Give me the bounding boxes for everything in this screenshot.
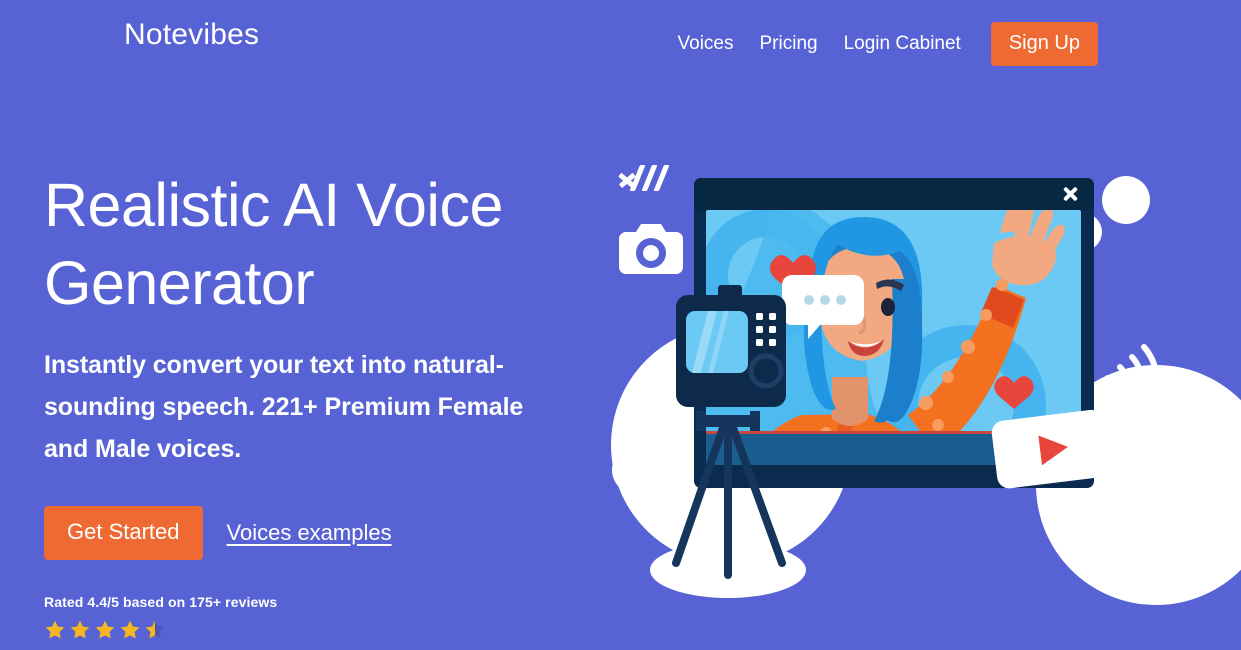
video-title-bar xyxy=(694,178,1094,211)
landing-page: Notevibes Voices Pricing Login Cabinet S… xyxy=(0,0,1241,650)
camera-icon xyxy=(619,224,683,274)
get-started-button[interactable]: Get Started xyxy=(44,506,203,560)
rating-text: Rated 4.4/5 based on 175+ reviews xyxy=(44,594,278,610)
decor-circle-small-top xyxy=(1102,176,1150,224)
star-icon-half-5 xyxy=(145,620,165,639)
hero-illustration xyxy=(596,115,1241,650)
rating-block: Rated 4.4/5 based on 175+ reviews xyxy=(44,594,604,641)
eye-right xyxy=(881,298,895,316)
site-header: Notevibes Voices Pricing Login Cabinet S… xyxy=(0,0,1241,70)
cta-row: Get Started Voices examples xyxy=(44,506,604,560)
star-icon-1 xyxy=(45,620,65,639)
page-title: Realistic AI Voice Generator xyxy=(44,171,503,317)
main-navigation: Voices Pricing Login Cabinet Sign Up xyxy=(665,22,1098,66)
star-rating xyxy=(44,619,604,641)
star-icon-4 xyxy=(120,620,140,639)
decor-circle-small-left xyxy=(612,446,660,494)
play-button-card xyxy=(991,409,1109,489)
hero-subtitle: Instantly convert your text into natural… xyxy=(44,351,524,463)
star-icon-3 xyxy=(95,620,115,639)
brand-logo[interactable]: Notevibes xyxy=(124,18,259,52)
star-icon-2 xyxy=(70,620,90,639)
nav-item-login-cabinet[interactable]: Login Cabinet xyxy=(831,31,974,57)
nav-item-pricing[interactable]: Pricing xyxy=(747,31,831,57)
voices-examples-link[interactable]: Voices examples xyxy=(227,520,392,546)
nav-item-voices[interactable]: Voices xyxy=(665,31,747,57)
sign-up-button[interactable]: Sign Up xyxy=(990,22,1098,66)
hero-content: Realistic AI Voice Generator Instantly c… xyxy=(44,166,604,641)
x-slashes-decor-icon xyxy=(618,165,670,191)
